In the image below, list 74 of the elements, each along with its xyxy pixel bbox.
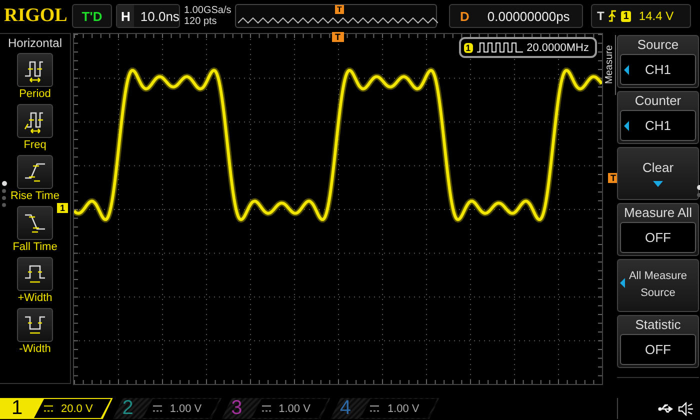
- channel-tab[interactable]: 2 1.00 V: [112, 398, 222, 419]
- rising-edge-icon: [608, 9, 618, 23]
- memory-depth: 120 pts: [184, 16, 218, 27]
- delay-value: 0.00000000ps: [487, 8, 570, 24]
- menu-button[interactable]: Statistic OFF: [617, 315, 699, 368]
- channel-marker: 1: [57, 203, 68, 213]
- channel-scale: 1.00 V: [387, 402, 420, 414]
- left-arrow-icon: [620, 278, 625, 288]
- menu-label: Source: [637, 37, 679, 53]
- sample-rate: 1.00GSa/s: [184, 5, 231, 16]
- menu-value: CH1: [644, 62, 671, 77]
- trigger-position-marker: T: [335, 5, 344, 14]
- menu-label: Measure All: [624, 205, 692, 221]
- menu-button[interactable]: All Measure Source: [617, 259, 699, 312]
- measure-button[interactable]: [17, 206, 53, 240]
- measure-label: +Width: [18, 292, 52, 306]
- channel-tab[interactable]: 3 1.00 V: [222, 398, 330, 419]
- menu-button[interactable]: Source CH1: [617, 35, 699, 88]
- menu-label: Counter: [634, 93, 682, 109]
- measure-button[interactable]: [17, 104, 53, 138]
- run-status: T'D: [72, 4, 112, 28]
- measure-label: -Width: [19, 343, 51, 357]
- timebase-value: 10.0ns: [139, 8, 180, 24]
- channel-scale: 1.00 V: [278, 402, 310, 414]
- delay-field[interactable]: D 0.00000000ps: [449, 4, 583, 28]
- dc-coupling-icon: [370, 405, 380, 412]
- menu-tab[interactable]: Measure: [604, 35, 616, 95]
- measure-label: Period: [19, 88, 51, 102]
- measure-button[interactable]: [17, 155, 53, 189]
- channel-number: 1: [10, 397, 24, 420]
- channel-tab[interactable]: 1 20.0 V: [0, 398, 113, 419]
- trigger-level: 14.4 V: [638, 9, 674, 23]
- timebase-field[interactable]: H 10.0ns: [116, 4, 180, 28]
- trigger-label: T: [596, 9, 604, 23]
- channel-scale: 20.0 V: [61, 402, 93, 414]
- timebase-label: H: [117, 5, 134, 27]
- waveform-overview-icon: [238, 17, 438, 24]
- channel-number: 3: [230, 397, 244, 420]
- menu-label: Clear: [642, 160, 674, 176]
- channel-number: 2: [121, 397, 134, 420]
- menu-value: OFF: [645, 230, 671, 245]
- menu-label: All Measure Source: [628, 269, 688, 301]
- square-wave-icon: [476, 42, 523, 53]
- channel-scale: 1.00 V: [170, 402, 202, 414]
- measure-button[interactable]: [17, 308, 53, 342]
- menu-value: OFF: [645, 342, 671, 357]
- dc-coupling-icon: [44, 405, 53, 412]
- counter-source: 1: [464, 42, 473, 52]
- menu-button[interactable]: Measure All OFF: [617, 203, 699, 256]
- dc-coupling-icon: [262, 405, 271, 412]
- menu-button[interactable]: Clear: [617, 147, 699, 200]
- channel-number: 4: [338, 397, 352, 420]
- trigger-source: 1: [621, 10, 631, 22]
- speaker-icon: [678, 402, 694, 416]
- usb-icon: [658, 404, 674, 414]
- trigger-position-marker: T: [332, 32, 344, 42]
- menu-label: Statistic: [635, 317, 681, 333]
- trigger-field[interactable]: T 1 14.4 V: [591, 4, 691, 28]
- down-caret-icon: [653, 180, 663, 186]
- counter-value: 20.0000MHz: [526, 42, 589, 54]
- left-arrow-icon: [624, 121, 629, 131]
- menu-button[interactable]: Counter CH1: [617, 91, 699, 144]
- measure-button[interactable]: [17, 53, 53, 87]
- measure-label: Rise Time: [10, 190, 60, 204]
- dc-coupling-icon: [152, 405, 162, 412]
- measure-button[interactable]: [17, 257, 53, 291]
- menu-title: Horizontal: [8, 36, 62, 50]
- measure-label: Freq: [24, 139, 46, 153]
- menu-value: CH1: [644, 118, 671, 133]
- delay-label: D: [459, 8, 470, 24]
- brand-logo: RIGOL: [4, 4, 68, 28]
- left-arrow-icon: [624, 65, 629, 75]
- channel-tab[interactable]: 4 1.00 V: [330, 398, 440, 419]
- measure-label: Fall Time: [12, 241, 58, 255]
